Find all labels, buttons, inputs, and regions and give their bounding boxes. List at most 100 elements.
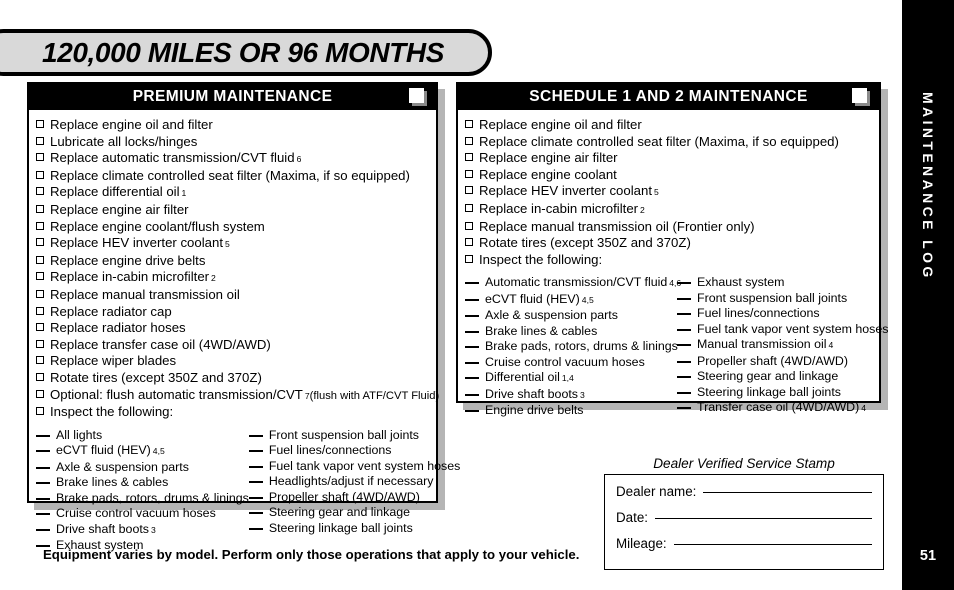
- list-item[interactable]: Optional: flush automatic transmission/C…: [36, 387, 439, 405]
- checkbox-icon[interactable]: [36, 289, 44, 298]
- list-item[interactable]: Propeller shaft (4WD/AWD): [677, 354, 888, 370]
- checkbox-icon[interactable]: [36, 306, 44, 315]
- list-item[interactable]: Replace HEV inverter coolant 5: [36, 235, 430, 253]
- checkbox-icon[interactable]: [36, 372, 44, 381]
- list-item[interactable]: Replace engine air filter: [465, 150, 873, 167]
- list-item[interactable]: Drive shaft boots 3: [36, 522, 249, 539]
- list-item[interactable]: Replace transfer case oil (4WD/AWD): [36, 337, 430, 354]
- blank-line[interactable]: [248, 434, 263, 437]
- blank-line[interactable]: [465, 346, 479, 349]
- list-item[interactable]: Fuel tank vapor vent system hoses: [677, 322, 888, 338]
- list-item[interactable]: Replace differential oil 1: [36, 184, 430, 202]
- list-item[interactable]: Inspect the following:: [36, 404, 430, 421]
- checkbox-icon[interactable]: [36, 187, 44, 196]
- list-item[interactable]: Automatic transmission/CVT fluid 4,6: [465, 275, 681, 292]
- list-item[interactable]: Drive shaft boots 3: [465, 387, 677, 404]
- checkbox-icon[interactable]: [465, 238, 473, 247]
- checkbox-icon[interactable]: [465, 120, 473, 128]
- list-item[interactable]: Replace in-cabin microfilter 2: [36, 269, 430, 287]
- blank-line[interactable]: [677, 328, 691, 331]
- checkbox-icon[interactable]: [36, 323, 44, 332]
- list-item[interactable]: Replace engine drive belts: [36, 253, 430, 270]
- checkbox-icon[interactable]: [36, 272, 44, 281]
- blank-line[interactable]: [36, 466, 50, 469]
- blank-line[interactable]: [465, 361, 479, 364]
- checkbox-icon[interactable]: [465, 153, 473, 162]
- list-item[interactable]: Steering linkage ball joints: [677, 385, 888, 401]
- list-item[interactable]: Replace HEV inverter coolant 5: [465, 183, 873, 201]
- blank-line[interactable]: [677, 313, 691, 316]
- list-item[interactable]: Replace radiator hoses: [36, 320, 430, 337]
- blank-line[interactable]: [36, 434, 50, 437]
- dealer-stamp-field[interactable]: [703, 492, 872, 493]
- checkbox-icon[interactable]: [36, 120, 44, 128]
- list-item[interactable]: Replace manual transmission oil (Frontie…: [465, 219, 873, 236]
- blank-line[interactable]: [677, 407, 691, 410]
- list-item[interactable]: Steering gear and linkage: [677, 369, 888, 385]
- list-item[interactable]: Rotate tires (except 350Z and 370Z): [36, 370, 430, 387]
- list-item[interactable]: Front suspension ball joints: [248, 428, 460, 444]
- checkbox-icon[interactable]: [36, 136, 44, 145]
- blank-line[interactable]: [677, 360, 691, 363]
- list-item[interactable]: Propeller shaft (4WD/AWD): [248, 490, 460, 506]
- list-item[interactable]: Steering gear and linkage: [248, 505, 460, 521]
- list-item[interactable]: Cruise control vacuum hoses: [36, 506, 249, 522]
- blank-line[interactable]: [677, 376, 691, 379]
- list-item[interactable]: Replace in-cabin microfilter 2: [465, 201, 873, 219]
- checkbox-icon[interactable]: [36, 153, 44, 162]
- blank-line[interactable]: [677, 297, 691, 300]
- checkbox-icon[interactable]: [465, 254, 473, 263]
- blank-line[interactable]: [677, 282, 691, 285]
- list-item[interactable]: Steering linkage ball joints: [248, 521, 460, 537]
- blank-line[interactable]: [36, 528, 50, 531]
- checkbox-icon[interactable]: [465, 169, 473, 178]
- blank-line[interactable]: [677, 344, 691, 347]
- list-item[interactable]: Manual transmission oil 4: [677, 337, 888, 354]
- list-item[interactable]: Exhaust system: [677, 275, 888, 291]
- blank-line[interactable]: [36, 482, 50, 485]
- checkbox-icon[interactable]: [36, 356, 44, 365]
- dealer-stamp-field[interactable]: [673, 544, 872, 545]
- blank-line[interactable]: [248, 527, 263, 530]
- list-item[interactable]: Brake lines & cables: [465, 324, 677, 340]
- dealer-stamp-field[interactable]: [655, 518, 872, 519]
- blank-line[interactable]: [248, 465, 263, 468]
- blank-line[interactable]: [36, 450, 50, 453]
- checkbox-icon[interactable]: [36, 255, 44, 264]
- checkbox-icon[interactable]: [36, 339, 44, 348]
- list-item[interactable]: Replace climate controlled seat filter (…: [465, 134, 873, 151]
- blank-line[interactable]: [248, 450, 263, 453]
- list-item[interactable]: Replace automatic transmission/CVT fluid…: [36, 150, 430, 168]
- list-item[interactable]: Replace engine air filter: [36, 202, 430, 219]
- list-item[interactable]: Replace engine oil and filter: [36, 117, 430, 134]
- list-item[interactable]: Replace wiper blades: [36, 353, 430, 370]
- blank-line[interactable]: [465, 330, 479, 333]
- blank-line[interactable]: [677, 391, 691, 394]
- list-item[interactable]: Headlights/adjust if necessary: [248, 474, 460, 490]
- list-item[interactable]: Lubricate all locks/hinges: [36, 134, 430, 151]
- list-item[interactable]: Differential oil 1,4: [465, 370, 677, 387]
- blank-line[interactable]: [248, 481, 263, 484]
- list-item[interactable]: Replace radiator cap: [36, 304, 430, 321]
- list-item[interactable]: Brake pads, rotors, drums & linings: [465, 339, 678, 355]
- blank-line[interactable]: [248, 496, 263, 499]
- list-item[interactable]: Axle & suspension parts: [465, 308, 677, 324]
- blank-line[interactable]: [465, 410, 479, 413]
- list-item[interactable]: Replace engine coolant/flush system: [36, 219, 430, 236]
- checkbox-icon[interactable]: [465, 203, 473, 212]
- blank-line[interactable]: [36, 513, 50, 516]
- list-item[interactable]: Fuel lines/connections: [248, 443, 460, 459]
- checkbox-icon[interactable]: [36, 221, 44, 230]
- list-item[interactable]: eCVT fluid (HEV) 4,5: [36, 443, 249, 460]
- list-item[interactable]: Brake lines & cables: [36, 475, 249, 491]
- blank-line[interactable]: [465, 393, 479, 396]
- checkbox-icon[interactable]: [465, 136, 473, 145]
- checkbox-icon[interactable]: [36, 389, 44, 398]
- checkbox-icon[interactable]: [465, 186, 473, 195]
- list-item[interactable]: All lights: [36, 428, 249, 444]
- list-item[interactable]: Inspect the following:: [465, 252, 873, 269]
- list-item[interactable]: Replace manual transmission oil: [36, 287, 430, 304]
- list-item[interactable]: Fuel tank vapor vent system hoses: [248, 459, 460, 475]
- list-item[interactable]: Replace engine coolant: [465, 167, 873, 184]
- list-item[interactable]: Engine drive belts: [465, 403, 677, 419]
